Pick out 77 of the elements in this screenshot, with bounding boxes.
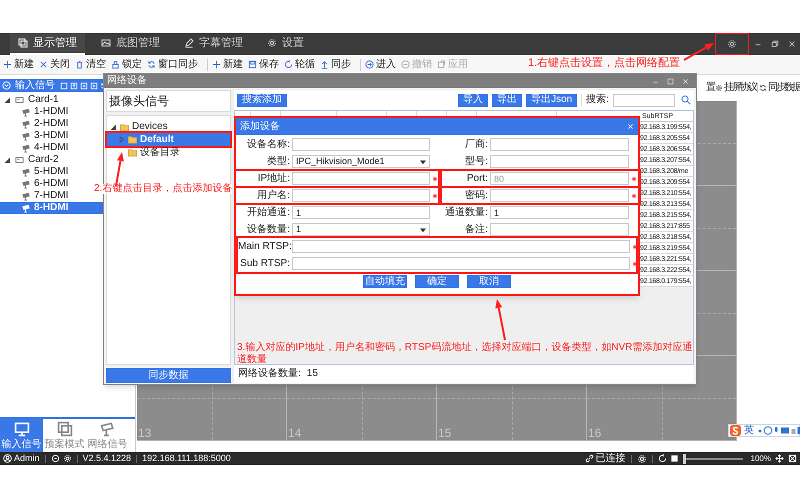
tree-item[interactable]: Devices (107, 121, 230, 133)
cell-number: 13 (138, 427, 152, 439)
input-field[interactable]: 1 (490, 206, 629, 219)
field-label: 备注: (464, 224, 489, 234)
annotation-text: 3.输入对应的IP地址，用户名和密码，RTSP码流地址，选择对应端口，设备类型，如NVR需添加对应通道数量 (237, 342, 693, 366)
field-label: 设备名称: (246, 140, 291, 150)
tab[interactable]: 网络信号 (86, 419, 129, 452)
tree-item[interactable]: 1-HDMI (0, 106, 68, 118)
tree-item[interactable]: 6-HDMI (0, 178, 68, 190)
field-label: 开始通道: (246, 208, 291, 218)
toolbar-button[interactable]: 关闭 (39, 60, 70, 70)
tree-item[interactable]: 3-HDMI (0, 130, 68, 142)
field-label: 设备数量: (246, 224, 291, 234)
field-label: 厂商: (464, 140, 489, 150)
tab[interactable]: 显示管理 (10, 33, 85, 55)
address-label: 192.168.111.188:5000 (142, 454, 231, 463)
toolbar-button[interactable]: 置 (706, 83, 714, 93)
panel-title: 输入信号 (15, 80, 55, 90)
toolbar-button[interactable]: 清空 (75, 60, 106, 70)
tab[interactable]: 设置 (259, 33, 312, 55)
toolbar-button[interactable]: 导入 (458, 94, 488, 106)
count-label: 网络设备数量: (238, 369, 301, 379)
tree-item[interactable]: 7-HDMI (0, 190, 68, 202)
tree-item[interactable]: 4-HDMI (0, 142, 68, 154)
toolbar-button[interactable]: 新建 (212, 60, 243, 70)
tree-item[interactable]: 5-HDMI (0, 166, 68, 178)
tree-item[interactable]: 2-HDMI (0, 118, 68, 130)
dialog-button[interactable]: 自动填充 (363, 275, 407, 288)
toolbar-button[interactable]: 挂屏协议 (715, 83, 756, 93)
field-label: 型号: (464, 156, 489, 166)
field-label: Port: (466, 174, 489, 184)
field-label: 类型: (266, 156, 291, 166)
sync-button[interactable]: 同步数据 (106, 368, 231, 383)
dropdown[interactable]: IPC_Hikvision_Mode1 (292, 155, 430, 168)
toolbar-button[interactable]: 导出 (492, 94, 522, 106)
cell-number: 16 (588, 427, 602, 439)
input-field[interactable]: 1 (292, 206, 430, 219)
tab[interactable]: 预案模式 (43, 419, 86, 452)
window-title: 网络设备 (107, 76, 147, 86)
tab[interactable]: 字幕管理 (176, 33, 251, 55)
dialog-title: 添加设备 (240, 122, 280, 132)
annotation-text: 1.右键点击设置，点击网络配置 (528, 58, 680, 69)
toolbar-button[interactable]: 同步 (320, 60, 351, 70)
dialog-button[interactable]: 确定 (415, 275, 459, 288)
toolbar-button[interactable]: 轮循 (284, 60, 315, 70)
tab[interactable]: 输入信号 (0, 419, 43, 452)
field-label: 通道数量: (444, 208, 489, 218)
zoom-label: 100% (750, 454, 771, 462)
dropdown[interactable]: 1 (292, 223, 430, 236)
ime-toolbar[interactable]: 英 (728, 424, 800, 437)
cell-number: 15 (438, 427, 452, 439)
toolbar-button[interactable]: 锁定 (111, 60, 142, 70)
annotation-text: 2.右键点击目录，点击添加设备 (94, 184, 232, 194)
tab[interactable]: 底图管理 (93, 33, 168, 55)
dialog-button[interactable]: 取消 (467, 275, 511, 288)
field-label: 密码: (464, 190, 489, 200)
input-mode-label: 英 (744, 426, 754, 436)
connection-status: 已连接 (584, 454, 626, 464)
panel-title: 摄像头信号 (109, 95, 169, 107)
toolbar-button[interactable]: 窗口同步 (147, 60, 198, 70)
search-label: 搜索: (586, 95, 609, 105)
toolbar-button[interactable]: 同步数据 (759, 83, 800, 93)
toolbar-button[interactable]: 新建 (3, 60, 34, 70)
version-label: V2.5.4.1228 (82, 454, 132, 463)
toolbar-button[interactable]: 导出Json (526, 94, 578, 106)
field-label: IP地址: (256, 174, 291, 184)
cell-number: 14 (288, 427, 302, 439)
field-label: Sub RTSP: (239, 258, 291, 268)
count-value: 15 (306, 369, 318, 379)
field-label: Main RTSP: (238, 242, 292, 252)
search-add-button[interactable]: 搜索添加 (237, 94, 287, 106)
field-label: 用户名: (256, 190, 291, 200)
toolbar-button[interactable]: 进入 (365, 60, 396, 70)
toolbar-button[interactable]: 保存 (248, 60, 279, 70)
user-label: Admin (3, 454, 40, 463)
input-field[interactable]: 80 (490, 172, 629, 185)
tree-item[interactable]: Default (107, 133, 230, 146)
